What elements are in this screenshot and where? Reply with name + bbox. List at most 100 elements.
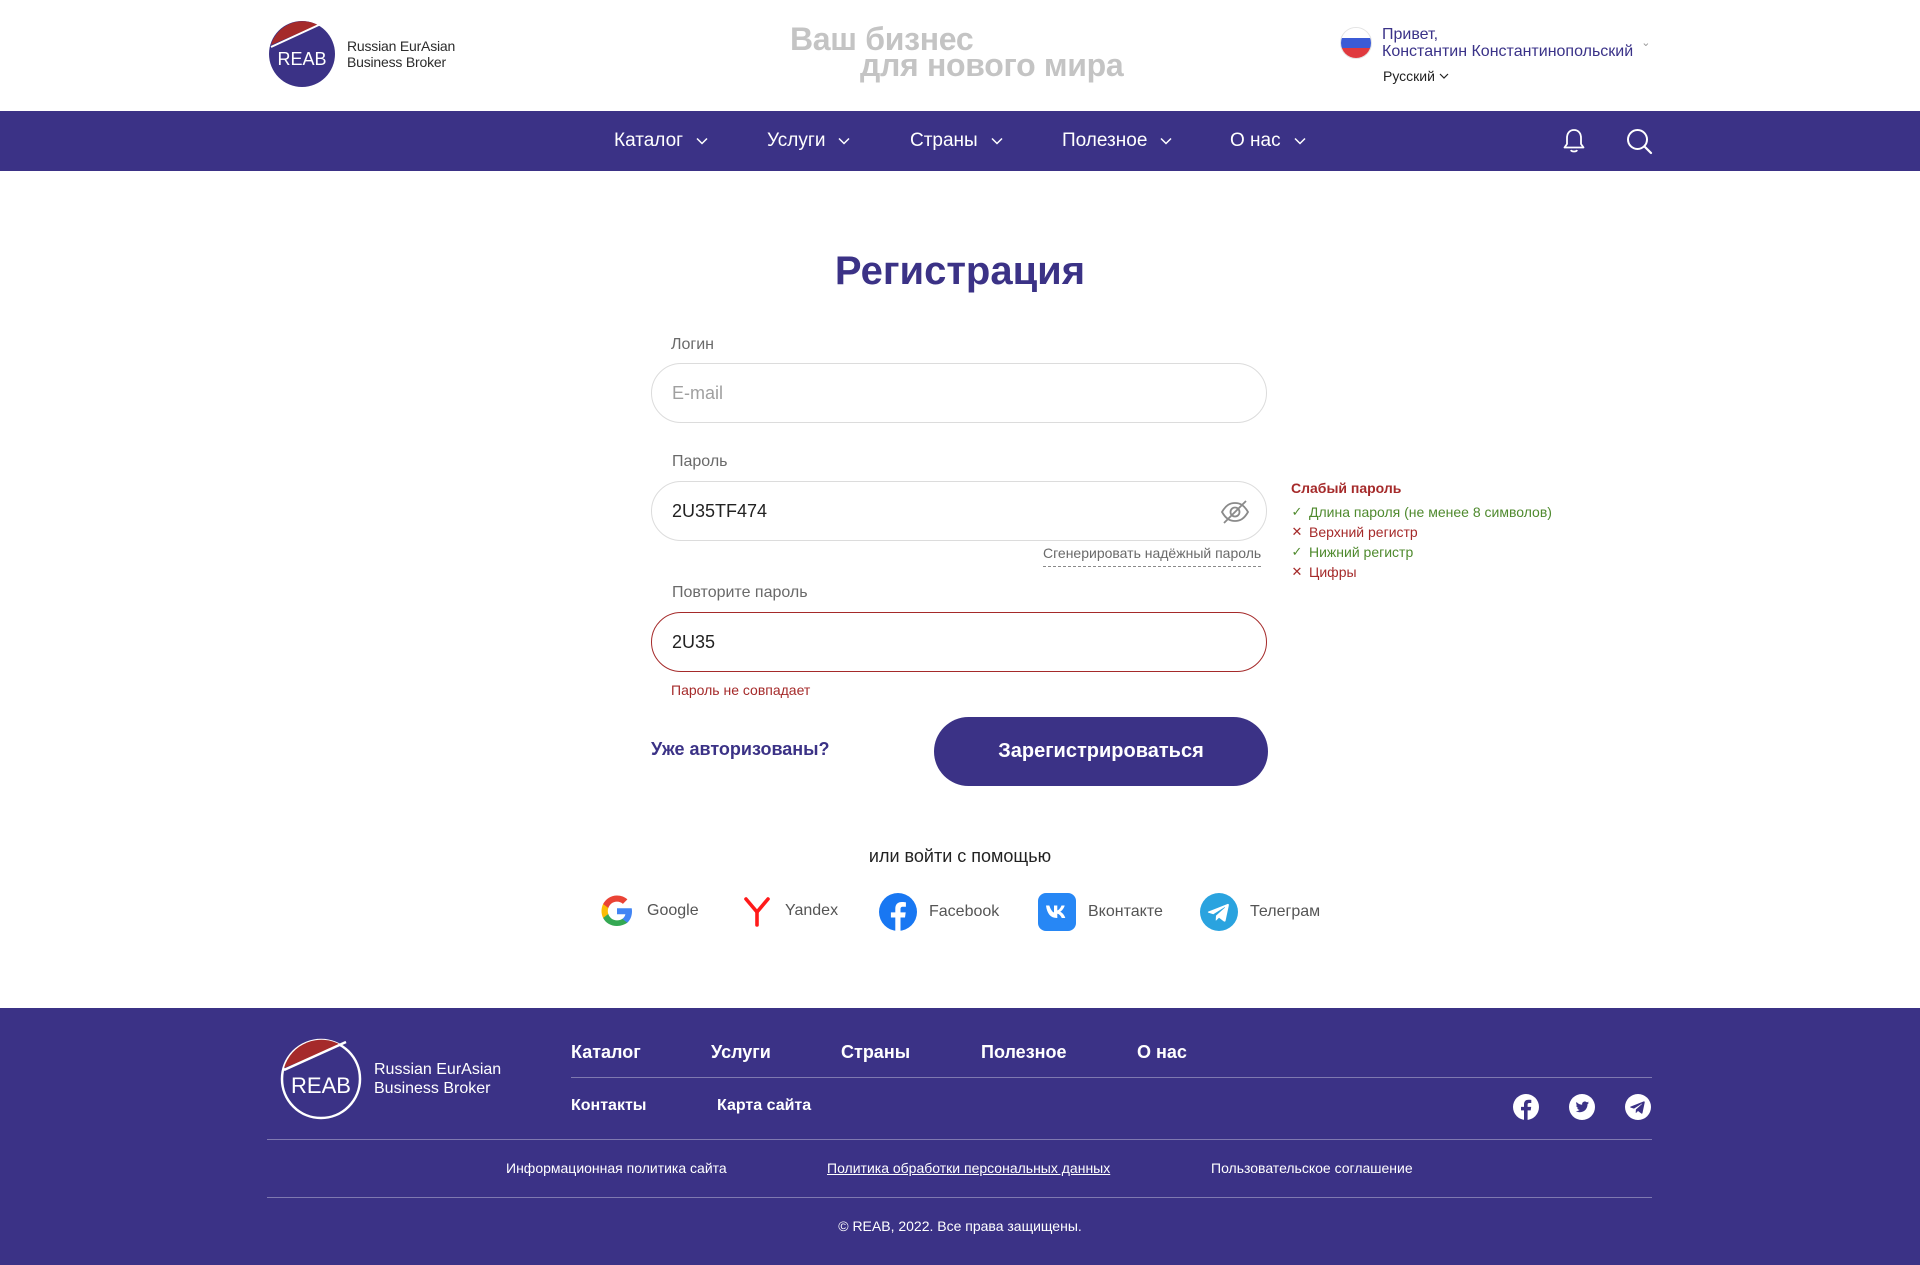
site-header: REAB Russian EurAsian Business Broker Ва… bbox=[0, 0, 1920, 111]
check-icon: ✓ bbox=[1291, 544, 1303, 559]
footer-nav-services[interactable]: Услуги bbox=[711, 1042, 771, 1063]
criterion-label: Нижний регистр bbox=[1309, 544, 1414, 560]
chevron-down-icon bbox=[696, 137, 708, 145]
vk-icon bbox=[1038, 893, 1076, 931]
footer-nav-about[interactable]: О нас bbox=[1137, 1042, 1187, 1063]
footer-user-agreement-link[interactable]: Пользовательское соглашение bbox=[1211, 1160, 1413, 1176]
criterion-uppercase: ✕ Верхний регистр bbox=[1291, 522, 1552, 542]
vkontakte-login-button[interactable]: Вконтакте bbox=[1038, 893, 1163, 931]
bell-icon[interactable] bbox=[1560, 127, 1588, 155]
logo-text: Russian EurAsian Business Broker bbox=[347, 38, 455, 70]
social-label: Вконтакте bbox=[1088, 903, 1163, 920]
google-icon bbox=[601, 895, 632, 926]
russia-flag-icon bbox=[1340, 27, 1372, 59]
reab-logo-icon: REAB bbox=[269, 21, 335, 87]
criterion-lowercase: ✓ Нижний регистр bbox=[1291, 542, 1552, 562]
user-greeting: Привет, Константин Константинопольский bbox=[1382, 26, 1633, 60]
nav-item-countries[interactable]: Страны bbox=[910, 111, 1004, 171]
facebook-icon[interactable] bbox=[1512, 1093, 1540, 1121]
nav-item-label: Услуги bbox=[767, 130, 826, 151]
telegram-login-button[interactable]: Телеграм bbox=[1200, 893, 1320, 931]
nav-item-label: Страны bbox=[910, 130, 978, 151]
footer-nav-catalog[interactable]: Каталог bbox=[571, 1042, 641, 1063]
or-login-with: или войти с помощью bbox=[868, 846, 1052, 866]
criterion-length: ✓ Длина пароля (не менее 8 символов) bbox=[1291, 502, 1552, 522]
criterion-label: Длина пароля (не менее 8 символов) bbox=[1309, 504, 1552, 520]
logo-line-2: Business Broker bbox=[347, 54, 446, 70]
email-placeholder: E-mail bbox=[672, 382, 724, 403]
footer-logo[interactable]: REAB Russian EurAsian Business Broker bbox=[280, 1038, 501, 1120]
google-login-button[interactable]: Google bbox=[599, 893, 699, 929]
password-strength-panel: Слабый пароль ✓ Длина пароля (не менее 8… bbox=[1291, 480, 1552, 582]
criterion-label: Цифры bbox=[1309, 564, 1357, 580]
copyright: © REAB, 2022. Все права защищены. bbox=[838, 1218, 1082, 1234]
footer-divider bbox=[571, 1077, 1652, 1078]
twitter-icon[interactable] bbox=[1568, 1093, 1596, 1121]
facebook-login-button[interactable]: Facebook bbox=[879, 893, 999, 931]
chevron-down-icon bbox=[838, 137, 850, 145]
greeting-line-1: Привет, bbox=[1382, 26, 1439, 43]
logo-line-1: Russian EurAsian bbox=[347, 38, 456, 54]
yandex-icon bbox=[744, 897, 770, 927]
language-select[interactable]: Русский bbox=[1383, 68, 1449, 84]
nav-item-useful[interactable]: Полезное bbox=[1062, 111, 1173, 171]
password-label: Пароль bbox=[672, 453, 728, 470]
criterion-label: Верхний регистр bbox=[1309, 524, 1418, 540]
nav-item-services[interactable]: Услуги bbox=[767, 111, 851, 171]
language-label: Русский bbox=[1383, 68, 1435, 84]
chevron-down-icon: ⌄ bbox=[1641, 37, 1651, 49]
footer-nav-countries[interactable]: Страны bbox=[841, 1042, 910, 1063]
social-label: Телеграм bbox=[1250, 903, 1321, 920]
repeat-password-label: Повторите пароль bbox=[672, 584, 808, 601]
social-label: Facebook bbox=[929, 903, 1000, 920]
criterion-digits: ✕ Цифры bbox=[1291, 562, 1552, 582]
footer-logo-line-1: Russian EurAsian bbox=[374, 1061, 502, 1078]
footer-nav-useful[interactable]: Полезное bbox=[981, 1042, 1067, 1063]
greeting-username: Константин Константинопольский bbox=[1382, 43, 1634, 60]
cross-icon: ✕ bbox=[1291, 524, 1303, 539]
footer-divider bbox=[267, 1139, 1652, 1140]
chevron-down-icon bbox=[1294, 137, 1306, 145]
footer-info-policy-link[interactable]: Информационная политика сайта bbox=[506, 1160, 727, 1176]
footer-contacts-link[interactable]: Контакты bbox=[571, 1097, 646, 1115]
site-footer: REAB Russian EurAsian Business Broker Ка… bbox=[0, 1008, 1920, 1265]
yandex-login-button[interactable]: Yandex bbox=[741, 893, 838, 929]
nav-item-catalog[interactable]: Каталог bbox=[614, 111, 709, 171]
password-field[interactable]: 2U35TF474 bbox=[651, 481, 1267, 541]
chevron-down-icon bbox=[1160, 137, 1172, 145]
repeat-password-value: 2U35 bbox=[672, 631, 716, 652]
check-icon: ✓ bbox=[1291, 504, 1303, 519]
repeat-password-field[interactable]: 2U35 bbox=[651, 612, 1267, 672]
email-field[interactable]: E-mail bbox=[651, 363, 1267, 423]
facebook-icon bbox=[879, 893, 917, 931]
chevron-down-icon bbox=[991, 137, 1003, 145]
social-label: Yandex bbox=[785, 902, 839, 919]
password-mismatch-error: Пароль не совпадает bbox=[671, 682, 811, 698]
footer-divider bbox=[267, 1197, 1652, 1198]
eye-off-icon[interactable] bbox=[1220, 498, 1250, 526]
footer-logo-text: Russian EurAsian Business Broker bbox=[374, 1060, 501, 1098]
page-title: Регистрация bbox=[834, 249, 1086, 293]
nav-item-label: О нас bbox=[1230, 130, 1281, 151]
nav-item-label: Каталог bbox=[614, 130, 684, 151]
user-menu[interactable]: Привет, Константин Константинопольский ⌄ bbox=[1340, 26, 1650, 60]
social-label: Google bbox=[647, 902, 699, 919]
password-value: 2U35TF474 bbox=[672, 500, 768, 521]
footer-logo-line-2: Business Broker bbox=[374, 1080, 491, 1097]
login-label: Логин bbox=[671, 336, 715, 353]
search-icon[interactable] bbox=[1625, 127, 1653, 155]
logo[interactable]: REAB Russian EurAsian Business Broker bbox=[269, 21, 455, 87]
generate-password-link[interactable]: Сгенерировать надёжный пароль bbox=[1043, 545, 1262, 567]
svg-text:REAB: REAB bbox=[277, 49, 326, 69]
chevron-down-icon bbox=[1439, 73, 1449, 79]
register-button[interactable]: Зарегистрироваться bbox=[934, 717, 1268, 786]
footer-sitemap-link[interactable]: Карта сайта bbox=[717, 1097, 811, 1115]
footer-privacy-policy-link[interactable]: Политика обработки персональных данных bbox=[827, 1160, 1110, 1176]
reab-logo-icon: REAB bbox=[280, 1038, 362, 1120]
telegram-icon[interactable] bbox=[1624, 1093, 1652, 1121]
main-nav: Каталог Услуги Страны Полезное О нас bbox=[0, 111, 1920, 171]
telegram-icon bbox=[1200, 893, 1238, 931]
already-authorized-link[interactable]: Уже авторизованы? bbox=[651, 739, 830, 760]
cross-icon: ✕ bbox=[1291, 564, 1303, 579]
nav-item-about[interactable]: О нас bbox=[1230, 111, 1307, 171]
